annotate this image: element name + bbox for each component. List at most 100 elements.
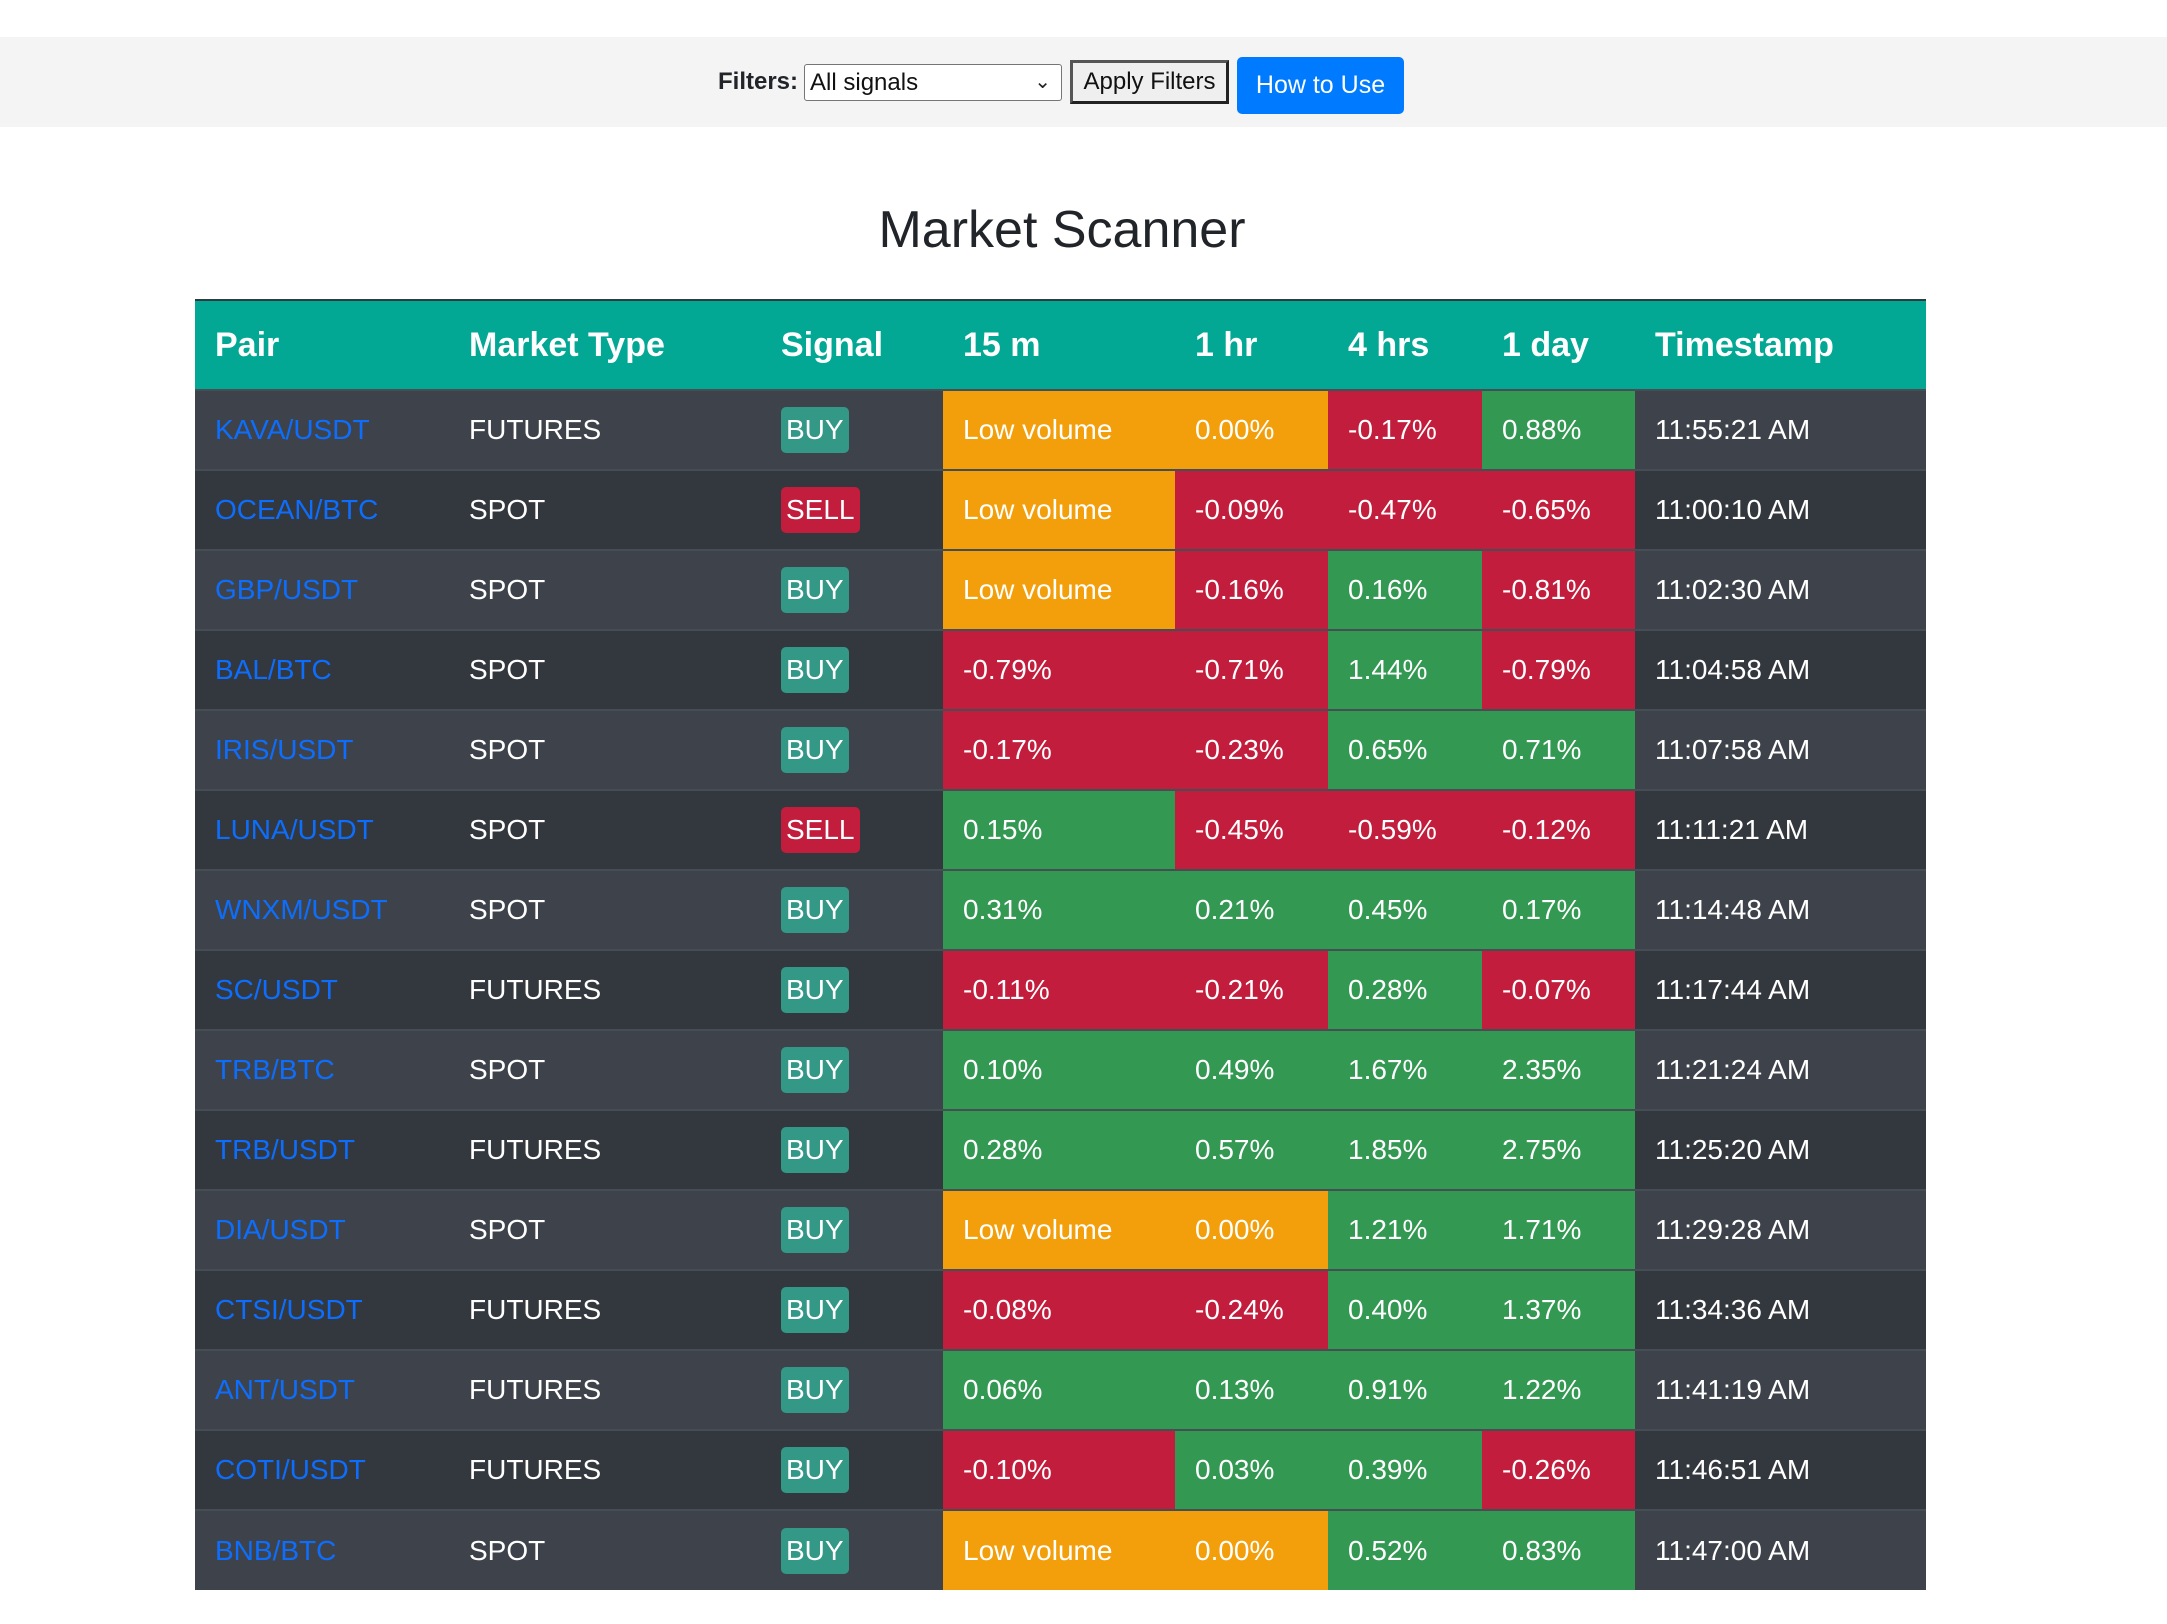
table-row: KAVA/USDT FUTURES BUY Low volume 0.00% -0.17%… [195, 389, 1926, 470]
change-15m-cell: 0.31% [943, 869, 1175, 950]
filter-bar: Filters: All signals ⌄ Apply Filters How… [0, 37, 2167, 127]
change-1day-cell: -0.12% [1482, 789, 1635, 870]
how-to-use-button[interactable]: How to Use [1237, 56, 1405, 114]
pair-cell: GBP/USDT [195, 549, 449, 630]
signal-cell: BUY [761, 629, 943, 710]
change-1hr-cell: 0.49% [1175, 1029, 1328, 1110]
signal-badge: BUY [781, 567, 849, 613]
change-1hr-cell: -0.09% [1175, 469, 1328, 550]
timestamp-cell: 11:17:44 AM [1635, 949, 1926, 1030]
change-15m-cell: -0.17% [943, 709, 1175, 790]
table-row: IRIS/USDT SPOT BUY -0.17% -0.23% 0.65% 0.71% 11… [195, 709, 1926, 790]
change-1hr-cell: 0.00% [1175, 389, 1328, 470]
table-row: TRB/USDT FUTURES BUY 0.28% 0.57% 1.85% 2.75% 11… [195, 1109, 1926, 1190]
signal-badge: BUY [781, 1527, 849, 1574]
pair-link[interactable]: TRB/BTC [215, 1054, 335, 1085]
signal-badge: BUY [781, 1207, 849, 1253]
change-15m-cell: Low volume [943, 549, 1175, 630]
market-type-cell: FUTURES [449, 1349, 761, 1430]
change-1day-cell: 2.75% [1482, 1109, 1635, 1190]
change-15m-cell: 0.28% [943, 1109, 1175, 1190]
signal-cell: BUY [761, 869, 943, 950]
filters-label: Filters: [718, 68, 799, 95]
market-type-cell: SPOT [449, 629, 761, 710]
timestamp-cell: 11:11:21 AM [1635, 789, 1926, 870]
pair-cell: TRB/BTC [195, 1029, 449, 1110]
change-1hr-cell: -0.16% [1175, 549, 1328, 630]
pair-link[interactable]: GBP/USDT [215, 574, 358, 605]
change-15m-cell: -0.10% [943, 1429, 1175, 1510]
timestamp-cell: 11:41:19 AM [1635, 1349, 1926, 1430]
change-15m-cell: Low volume [943, 1509, 1175, 1590]
change-4hrs-cell: 0.45% [1328, 869, 1482, 950]
market-type-cell: SPOT [449, 869, 761, 950]
timestamp-cell: 11:00:10 AM [1635, 469, 1926, 550]
pair-link[interactable]: DIA/USDT [215, 1214, 346, 1245]
pair-link[interactable]: ANT/USDT [215, 1374, 355, 1405]
pair-link[interactable]: SC/USDT [215, 974, 338, 1005]
pair-link[interactable]: WNXM/USDT [215, 894, 388, 925]
change-1hr-cell: 0.00% [1175, 1189, 1328, 1270]
change-1day-cell: 0.71% [1482, 709, 1635, 790]
change-15m-cell: 0.06% [943, 1349, 1175, 1430]
column-header-timestamp[interactable]: Timestamp [1635, 299, 1926, 390]
change-15m-cell: Low volume [943, 469, 1175, 550]
table-header-row: Pair Market Type Signal 15 m 1 hr 4 hrs … [195, 299, 1926, 390]
market-type-cell: SPOT [449, 1509, 761, 1590]
column-header-pair[interactable]: Pair [195, 299, 449, 390]
signal-badge: SELL [781, 487, 860, 533]
column-header-1day[interactable]: 1 day [1482, 299, 1635, 390]
apply-filters-button[interactable]: Apply Filters [1070, 60, 1230, 104]
column-header-4hrs[interactable]: 4 hrs [1328, 299, 1482, 390]
change-4hrs-cell: 0.65% [1328, 709, 1482, 790]
pair-link[interactable]: OCEAN/BTC [215, 494, 378, 525]
signal-badge: BUY [781, 727, 849, 773]
change-1hr-cell: 0.21% [1175, 869, 1328, 950]
chevron-down-icon: ⌄ [1034, 70, 1052, 93]
pair-link[interactable]: BNB/BTC [215, 1535, 336, 1566]
signal-cell: BUY [761, 1509, 943, 1590]
change-1day-cell: -0.79% [1482, 629, 1635, 710]
timestamp-cell: 11:02:30 AM [1635, 549, 1926, 630]
pair-link[interactable]: BAL/BTC [215, 654, 332, 685]
change-1day-cell: 0.17% [1482, 869, 1635, 950]
pair-cell: LUNA/USDT [195, 789, 449, 870]
change-4hrs-cell: -0.17% [1328, 389, 1482, 470]
pair-link[interactable]: CTSI/USDT [215, 1294, 363, 1325]
column-header-market-type[interactable]: Market Type [449, 299, 761, 390]
table-row: BNB/BTC SPOT BUY Low volume 0.00% 0.52% 0.83% 1… [195, 1509, 1926, 1590]
table-row: LUNA/USDT SPOT SELL 0.15% -0.45% -0.59% -0.12%… [195, 789, 1926, 870]
change-1hr-cell: -0.21% [1175, 949, 1328, 1030]
signal-badge: BUY [781, 1287, 849, 1333]
column-header-1hr[interactable]: 1 hr [1175, 299, 1328, 390]
signal-filter-select[interactable]: All signals ⌄ [804, 63, 1063, 101]
timestamp-cell: 11:46:51 AM [1635, 1429, 1926, 1510]
signal-cell: BUY [761, 949, 943, 1030]
change-15m-cell: 0.15% [943, 789, 1175, 870]
pair-link[interactable]: LUNA/USDT [215, 814, 374, 845]
timestamp-cell: 11:07:58 AM [1635, 709, 1926, 790]
pair-link[interactable]: KAVA/USDT [215, 414, 370, 445]
column-header-15m[interactable]: 15 m [943, 299, 1175, 390]
signal-cell: BUY [761, 709, 943, 790]
column-header-signal[interactable]: Signal [761, 299, 943, 390]
change-1day-cell: 2.35% [1482, 1029, 1635, 1110]
pair-link[interactable]: IRIS/USDT [215, 734, 353, 765]
signal-badge: BUY [781, 407, 849, 453]
change-1day-cell: 1.22% [1482, 1349, 1635, 1430]
pair-link[interactable]: COTI/USDT [215, 1454, 366, 1485]
signal-badge: BUY [781, 887, 849, 933]
change-4hrs-cell: 0.91% [1328, 1349, 1482, 1430]
timestamp-cell: 11:29:28 AM [1635, 1189, 1926, 1270]
market-type-cell: SPOT [449, 549, 761, 630]
change-1hr-cell: -0.45% [1175, 789, 1328, 870]
market-type-cell: FUTURES [449, 949, 761, 1030]
table-row: TRB/BTC SPOT BUY 0.10% 0.49% 1.67% 2.35% 11:21:… [195, 1029, 1926, 1110]
change-4hrs-cell: 0.40% [1328, 1269, 1482, 1350]
change-1hr-cell: 0.00% [1175, 1509, 1328, 1590]
table-row: OCEAN/BTC SPOT SELL Low volume -0.09% -0.47% -… [195, 469, 1926, 550]
pair-link[interactable]: TRB/USDT [215, 1134, 355, 1165]
change-1day-cell: 0.88% [1482, 389, 1635, 470]
pair-cell: TRB/USDT [195, 1109, 449, 1190]
change-1day-cell: 0.83% [1482, 1509, 1635, 1590]
